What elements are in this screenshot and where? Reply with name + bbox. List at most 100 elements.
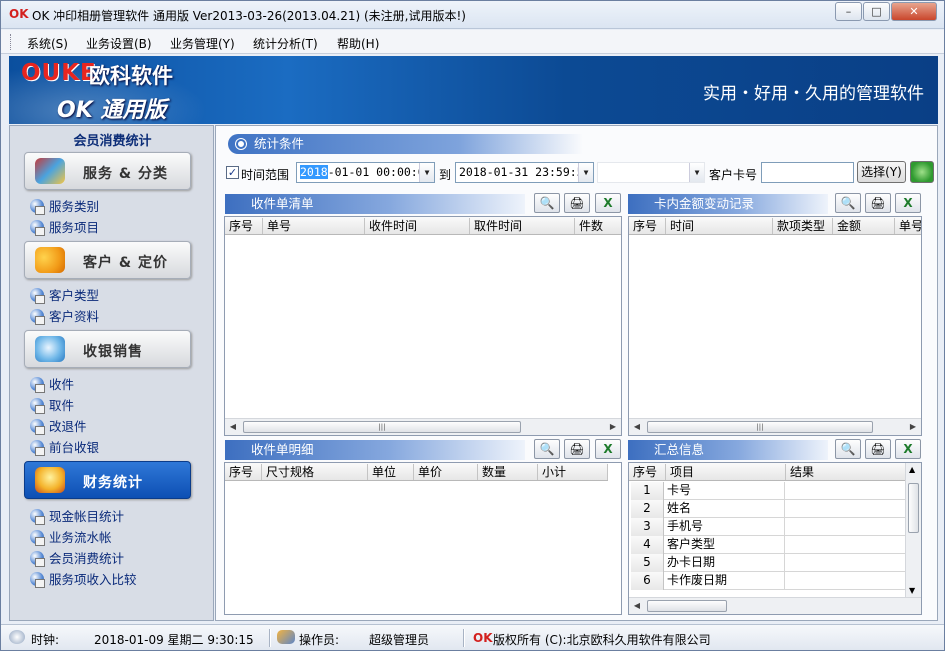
menu-help[interactable]: 帮助(H) bbox=[337, 35, 379, 52]
preview-icon[interactable]: 🔍 bbox=[534, 193, 560, 213]
column-header[interactable]: 结果 bbox=[786, 464, 906, 480]
column-header[interactable]: 单号 bbox=[895, 218, 921, 234]
main-content: 统计条件 ✓ 时间范围 2018-01-01 00:00:00 ▼ 到 2018… bbox=[215, 125, 938, 621]
brand-name: 欧科软件 bbox=[89, 64, 173, 88]
start-datetime-picker[interactable]: 2018-01-01 00:00:00 ▼ bbox=[296, 162, 435, 183]
column-header[interactable]: 时间 bbox=[666, 218, 773, 234]
scroll-right-icon: ▶ bbox=[609, 422, 617, 431]
menu-bar: 系统(S) 业务设置(B) 业务管理(Y) 统计分析(T) 帮助(H) bbox=[1, 30, 944, 54]
preview-icon[interactable]: 🔍 bbox=[534, 439, 560, 459]
sidebar-item-front-desk[interactable]: 前台收银 bbox=[30, 437, 99, 456]
sidebar-item-service-item[interactable]: 服务项目 bbox=[30, 217, 99, 236]
table-row[interactable]: 3 手机号 bbox=[631, 518, 906, 536]
window-title: OK 冲印相册管理软件 通用版 Ver2013-03-26(2013.04.21… bbox=[32, 9, 466, 23]
menu-system[interactable]: 系统(S) bbox=[27, 35, 68, 52]
scroll-left-icon: ◀ bbox=[633, 601, 641, 610]
sidebar: 会员消费统计 服务 & 分类 服务类别 服务项目 客户 & 定价 客户类型 客户… bbox=[9, 125, 214, 621]
excel-icon[interactable]: X bbox=[595, 439, 621, 459]
minimize-button[interactable]: – bbox=[835, 2, 862, 21]
clock-icon bbox=[9, 630, 25, 644]
customer-card-input[interactable] bbox=[761, 162, 854, 183]
category-service-button[interactable]: 服务 & 分类 bbox=[24, 152, 191, 190]
print-icon[interactable]: 🖨 bbox=[865, 439, 891, 459]
menu-statistics[interactable]: 统计分析(T) bbox=[253, 35, 318, 52]
card-changes-panel-title: 卡内金额变动记录 bbox=[628, 194, 828, 214]
table-row[interactable]: 2 姓名 bbox=[631, 500, 906, 518]
close-button[interactable]: ✕ bbox=[891, 2, 937, 21]
column-header[interactable]: 序号 bbox=[629, 464, 666, 480]
table-row[interactable]: 4 客户类型 bbox=[631, 536, 906, 554]
table-row[interactable]: 1 卡号 bbox=[631, 482, 906, 500]
summary-panel-title: 汇总信息 bbox=[628, 440, 828, 460]
menu-business-settings[interactable]: 业务设置(B) bbox=[86, 35, 152, 52]
menu-business-management[interactable]: 业务管理(Y) bbox=[170, 35, 235, 52]
column-header[interactable]: 取件时间 bbox=[470, 218, 575, 234]
column-header[interactable]: 序号 bbox=[225, 218, 263, 234]
sidebar-item-cash-account[interactable]: 现金帐目统计 bbox=[30, 506, 124, 525]
horizontal-scrollbar[interactable]: ◀ bbox=[629, 597, 921, 614]
radio-bullet-icon bbox=[236, 139, 246, 149]
table-row[interactable]: 6 卡作废日期 bbox=[631, 572, 906, 590]
category-customer-button[interactable]: 客户 & 定价 bbox=[24, 241, 191, 279]
print-icon[interactable]: 🖨 bbox=[865, 193, 891, 213]
print-icon[interactable]: 🖨 bbox=[564, 193, 590, 213]
scroll-up-icon: ▲ bbox=[909, 465, 916, 474]
extra-filter-combo[interactable]: ▼ bbox=[597, 162, 705, 183]
maximize-button[interactable]: □ bbox=[863, 2, 890, 21]
excel-icon[interactable]: X bbox=[895, 439, 921, 459]
chevron-down-icon[interactable]: ▼ bbox=[419, 163, 434, 182]
query-button[interactable] bbox=[910, 161, 934, 183]
excel-icon[interactable]: X bbox=[595, 193, 621, 213]
column-header[interactable]: 序号 bbox=[225, 464, 262, 480]
column-header[interactable]: 单号 bbox=[263, 218, 365, 234]
sidebar-item-receive[interactable]: 收件 bbox=[30, 374, 74, 393]
column-header[interactable]: 序号 bbox=[629, 218, 666, 234]
receipt-detail-grid-header: 序号 尺寸规格 单位 单价 数量 小计 bbox=[225, 463, 608, 481]
sidebar-item-service-income[interactable]: 服务项收入比较 bbox=[30, 569, 137, 588]
edition-label: OK 通用版 bbox=[57, 98, 167, 123]
column-header[interactable]: 小计 bbox=[538, 464, 608, 480]
app-logo: OK bbox=[9, 7, 29, 21]
select-button[interactable]: 选择(Y) bbox=[857, 161, 906, 183]
scroll-right-icon: ▶ bbox=[909, 422, 917, 431]
column-header[interactable]: 金额 bbox=[833, 218, 895, 234]
receipts-grid-header: 序号 单号 收件时间 取件时间 件数 bbox=[225, 217, 621, 235]
column-header[interactable]: 收件时间 bbox=[365, 218, 470, 234]
column-header[interactable]: 件数 bbox=[575, 218, 621, 234]
vertical-scrollbar[interactable]: ▲ ▼ bbox=[905, 463, 921, 597]
sidebar-item-member-consumption[interactable]: 会员消费统计 bbox=[30, 548, 124, 567]
print-icon[interactable]: 🖨 bbox=[564, 439, 590, 459]
preview-icon[interactable]: 🔍 bbox=[835, 193, 861, 213]
category-finance-button[interactable]: 财务统计 bbox=[24, 461, 191, 499]
scroll-thumb: ||| bbox=[647, 421, 873, 433]
sidebar-item-customer-type[interactable]: 客户类型 bbox=[30, 285, 99, 304]
to-label: 到 bbox=[439, 168, 452, 182]
column-header[interactable]: 款项类型 bbox=[773, 218, 833, 234]
brand-logo: OK bbox=[473, 631, 493, 645]
preview-icon[interactable]: 🔍 bbox=[835, 439, 861, 459]
sidebar-item-pickup[interactable]: 取件 bbox=[30, 395, 74, 414]
chevron-down-icon[interactable]: ▼ bbox=[578, 163, 593, 182]
scroll-thumb: ||| bbox=[243, 421, 521, 433]
scroll-thumb bbox=[908, 483, 919, 533]
end-datetime-picker[interactable]: 2018-01-31 23:59:59 ▼ bbox=[455, 162, 594, 183]
horizontal-scrollbar[interactable]: ◀ ||| ▶ bbox=[225, 418, 621, 435]
category-cashier-button[interactable]: 收银销售 bbox=[24, 330, 191, 368]
column-header[interactable]: 数量 bbox=[478, 464, 538, 480]
column-header[interactable]: 单位 bbox=[368, 464, 414, 480]
sidebar-item-business-ledger[interactable]: 业务流水帐 bbox=[30, 527, 112, 546]
category-label: 收银销售 bbox=[83, 344, 143, 360]
horizontal-scrollbar[interactable]: ◀ ||| ▶ bbox=[629, 418, 921, 435]
sidebar-item-return[interactable]: 改退件 bbox=[30, 416, 87, 435]
sidebar-item-service-category[interactable]: 服务类别 bbox=[30, 196, 99, 215]
column-header[interactable]: 单价 bbox=[414, 464, 478, 480]
chevron-down-icon[interactable]: ▼ bbox=[689, 163, 704, 182]
clock-value: 2018-01-09 星期二 9:30:15 bbox=[94, 633, 254, 647]
column-header[interactable]: 项目 bbox=[666, 464, 786, 480]
column-header[interactable]: 尺寸规格 bbox=[262, 464, 368, 480]
excel-icon[interactable]: X bbox=[895, 193, 921, 213]
sidebar-item-customer-profile[interactable]: 客户资料 bbox=[30, 306, 99, 325]
time-range-checkbox[interactable]: ✓ bbox=[226, 166, 239, 179]
table-row[interactable]: 5 办卡日期 bbox=[631, 554, 906, 572]
form-icon bbox=[30, 309, 45, 325]
